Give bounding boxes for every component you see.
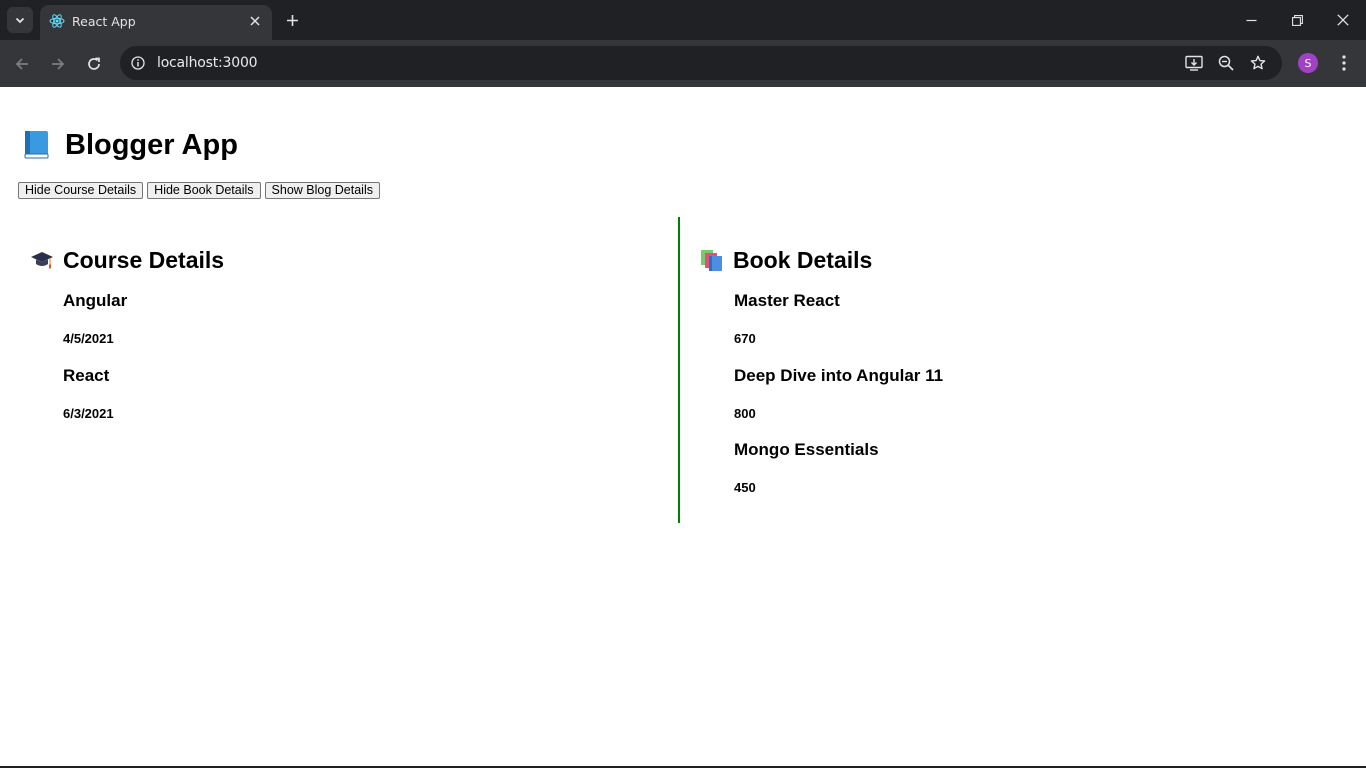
- browser-menu-button[interactable]: [1333, 52, 1355, 74]
- book-section-heading: Book Details: [733, 246, 873, 273]
- site-info-button[interactable]: [126, 51, 150, 75]
- reload-button[interactable]: [80, 50, 108, 78]
- plus-icon: [286, 14, 298, 26]
- course-section-heading: Course Details: [63, 246, 225, 273]
- book-price: 800: [734, 406, 756, 421]
- address-bar[interactable]: localhost:3000: [120, 46, 1282, 80]
- hide-course-details-button[interactable]: Hide Course Details: [18, 182, 144, 199]
- minimize-button[interactable]: [1228, 0, 1274, 40]
- blue-book-icon: [24, 131, 49, 159]
- section-divider: [678, 217, 680, 523]
- tab-close-button[interactable]: [246, 12, 264, 30]
- close-icon: [250, 16, 260, 26]
- book-name: Deep Dive into Angular 11: [734, 366, 944, 385]
- app-title: Blogger App: [65, 128, 238, 161]
- back-button[interactable]: [8, 50, 36, 78]
- hide-book-details-button[interactable]: Hide Book Details: [147, 182, 261, 199]
- book-name: Mongo Essentials: [734, 440, 879, 459]
- reload-icon: [88, 57, 100, 70]
- arrow-right-icon: [52, 58, 65, 70]
- new-tab-button[interactable]: [281, 9, 303, 31]
- restore-button[interactable]: [1274, 0, 1320, 40]
- book-name: Master React: [734, 291, 840, 310]
- book-price: 670: [734, 331, 756, 346]
- minimize-icon: [1246, 19, 1256, 21]
- show-blog-details-button[interactable]: Show Blog Details: [264, 182, 380, 199]
- react-icon: [49, 14, 65, 28]
- browser-toolbar: localhost:3000 S: [0, 40, 1366, 87]
- zoom-button[interactable]: [1215, 52, 1237, 74]
- book-price: 450: [734, 480, 756, 495]
- zoom-out-icon: [1218, 55, 1234, 71]
- books-icon: [701, 250, 722, 271]
- chevron-down-icon: [15, 17, 25, 24]
- star-icon: [1250, 55, 1266, 70]
- close-window-button[interactable]: [1320, 0, 1366, 40]
- tab-strip: React App: [0, 0, 1366, 40]
- course-name: React: [63, 366, 110, 385]
- course-date: 4/5/2021: [63, 331, 114, 346]
- browser-tab[interactable]: React App: [40, 5, 272, 40]
- install-icon: [1185, 55, 1203, 71]
- graduation-cap-icon: [31, 252, 53, 269]
- bookmark-button[interactable]: [1247, 52, 1269, 74]
- more-vert-icon: [1342, 55, 1346, 71]
- restore-icon: [1291, 14, 1303, 26]
- info-icon: [131, 56, 145, 70]
- course-section-header: Course Details: [30, 245, 224, 275]
- url-text[interactable]: localhost:3000: [157, 55, 258, 71]
- tab-title: React App: [72, 14, 136, 29]
- page-content: Blogger App Hide Course Details Hide Boo…: [0, 87, 1366, 766]
- close-icon: [1337, 14, 1349, 26]
- forward-button[interactable]: [44, 50, 72, 78]
- tab-search-button[interactable]: [7, 7, 33, 33]
- toggle-button-group: Hide Course Details Hide Book Details Sh…: [18, 182, 380, 199]
- course-date: 6/3/2021: [63, 406, 114, 421]
- arrow-left-icon: [15, 58, 28, 70]
- book-section-header: Book Details: [700, 245, 872, 275]
- install-app-button[interactable]: [1183, 52, 1205, 74]
- profile-avatar[interactable]: S: [1298, 53, 1318, 73]
- course-name: Angular: [63, 291, 128, 310]
- app-header: Blogger App: [22, 127, 238, 163]
